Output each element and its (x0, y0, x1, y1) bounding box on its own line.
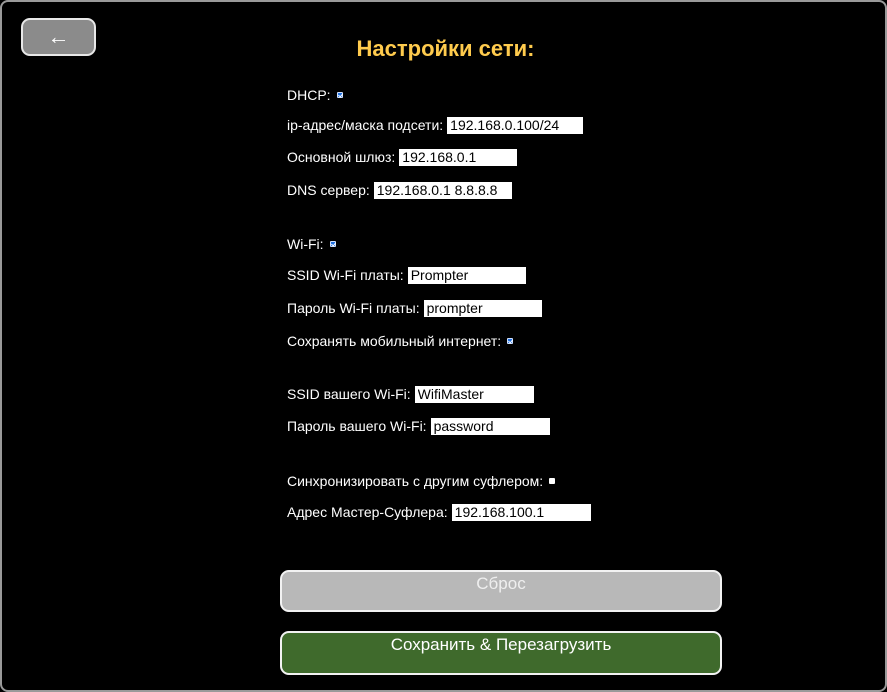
board-password-field[interactable] (423, 299, 542, 317)
dns-row: DNS сервер: (287, 181, 512, 199)
dns-label: DNS сервер: (287, 182, 370, 198)
gateway-field[interactable] (399, 148, 518, 166)
your-ssid-row: SSID вашего Wi-Fi: (287, 385, 534, 403)
wifi-label: Wi-Fi: (287, 236, 324, 252)
sync-label: Синхронизировать с другим суфлером: (287, 473, 544, 489)
your-ssid-label: SSID вашего Wi-Fi: (287, 386, 411, 402)
settings-window: ← Настройки сети: DHCP: ip-адрес/маска п… (0, 0, 887, 692)
save-reboot-button[interactable]: Сохранить & Перезагрузить (280, 631, 722, 675)
master-label: Адрес Мастер-Суфлера: (287, 504, 448, 520)
board-password-row: Пароль Wi-Fi платы: (287, 299, 542, 317)
board-ssid-label: SSID Wi-Fi платы: (287, 267, 404, 283)
board-ssid-field[interactable] (407, 266, 526, 284)
ip-row: ip-адрес/маска подсети: (287, 116, 584, 134)
reset-button-label: Сброс (476, 574, 526, 593)
page-title: Настройки сети: (356, 36, 535, 61)
ip-label: ip-адрес/маска подсети: (287, 117, 444, 133)
sync-checkbox[interactable] (549, 478, 556, 484)
save-reboot-button-label: Сохранить & Перезагрузить (390, 635, 612, 654)
wifi-checkbox[interactable] (329, 241, 336, 247)
ip-field[interactable] (447, 116, 584, 134)
keep-mobile-checkbox[interactable] (507, 338, 514, 344)
board-password-label: Пароль Wi-Fi платы: (287, 300, 420, 316)
master-row: Адрес Мастер-Суфлера: (287, 503, 591, 521)
gateway-row: Основной шлюз: (287, 148, 518, 166)
dhcp-label: DHCP: (287, 87, 331, 103)
your-ssid-field[interactable] (414, 385, 534, 403)
keep-mobile-row: Сохранять мобильный интернет: (287, 332, 514, 350)
reset-button[interactable]: Сброс (280, 570, 722, 612)
your-password-row: Пароль вашего Wi-Fi: (287, 417, 550, 435)
dns-field[interactable] (373, 181, 512, 199)
keep-mobile-label: Сохранять мобильный интернет: (287, 333, 502, 349)
your-password-label: Пароль вашего Wi-Fi: (287, 418, 427, 434)
sync-row: Синхронизировать с другим суфлером: (287, 472, 556, 490)
board-ssid-row: SSID Wi-Fi платы: (287, 266, 526, 284)
dhcp-row: DHCP: (287, 86, 343, 104)
wifi-row: Wi-Fi: (287, 235, 336, 253)
master-address-field[interactable] (451, 503, 591, 521)
dhcp-checkbox[interactable] (336, 92, 343, 98)
your-password-field[interactable] (430, 417, 550, 435)
gateway-label: Основной шлюз: (287, 149, 396, 165)
